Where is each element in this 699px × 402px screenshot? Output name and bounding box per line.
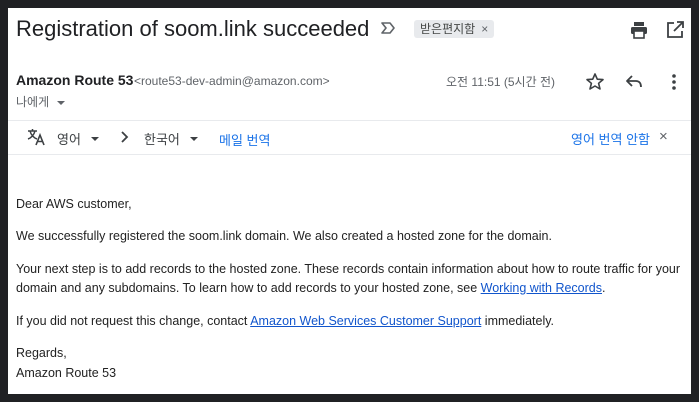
paragraph-2-end: .: [602, 281, 606, 295]
translation-bar: 영어 한국어 메일 번역 영어 번역 안함 ×: [8, 120, 691, 155]
importance-icon[interactable]: [381, 21, 395, 35]
dropdown-icon: [90, 137, 99, 141]
inbox-label: 받은편지함: [420, 22, 476, 36]
star-icon[interactable]: [585, 72, 605, 92]
paragraph-3-end: immediately.: [481, 314, 555, 328]
dropdown-icon: [57, 100, 66, 105]
email-subject: Registration of soom.link succeeded: [16, 16, 370, 41]
paragraph-3-text: If you did not request this change, cont…: [16, 314, 251, 328]
print-icon[interactable]: [629, 20, 649, 40]
source-language-select[interactable]: 영어: [57, 129, 100, 148]
source-language: 영어: [57, 132, 81, 147]
dropdown-icon: [189, 137, 198, 141]
body-paragraph-3: If you did not request this change, cont…: [16, 312, 684, 331]
email-view: Registration of soom.link succeeded 받은편지…: [8, 8, 691, 394]
remove-label-button[interactable]: ×: [481, 22, 488, 36]
translate-message-button[interactable]: 메일 번역: [219, 130, 270, 149]
recipient-dropdown[interactable]: 나에게: [16, 93, 66, 110]
sender-name: Amazon Route 53: [16, 72, 134, 88]
signature: Amazon Route 53: [16, 366, 117, 380]
customer-support-link[interactable]: Amazon Web Services Customer Support: [250, 314, 481, 328]
target-language-select[interactable]: 한국어: [144, 129, 199, 148]
open-in-new-window-icon[interactable]: [665, 20, 685, 40]
dont-translate-button[interactable]: 영어 번역 안함: [571, 129, 650, 148]
recipient-label: 나에게: [16, 95, 50, 109]
target-language: 한국어: [144, 132, 180, 147]
chevron-right-icon: [121, 131, 129, 143]
regards: Regards,: [16, 346, 67, 360]
body-paragraph-2: Your next step is to add records to the …: [16, 260, 684, 298]
greeting: Dear AWS customer,: [16, 197, 132, 211]
reply-icon[interactable]: [624, 72, 644, 92]
body-paragraph-1: We successfully registered the soom.link…: [16, 229, 552, 243]
inbox-label-chip: 받은편지함 ×: [414, 20, 495, 38]
sender-email: <route53-dev-admin@amazon.com>: [134, 74, 330, 88]
more-vert-icon[interactable]: [664, 72, 684, 92]
close-translation-bar-button[interactable]: ×: [659, 128, 668, 145]
translate-icon: [27, 129, 45, 146]
email-timestamp: 오전 11:51 (5시간 전): [446, 75, 556, 89]
working-with-records-link[interactable]: Working with Records: [481, 281, 602, 295]
